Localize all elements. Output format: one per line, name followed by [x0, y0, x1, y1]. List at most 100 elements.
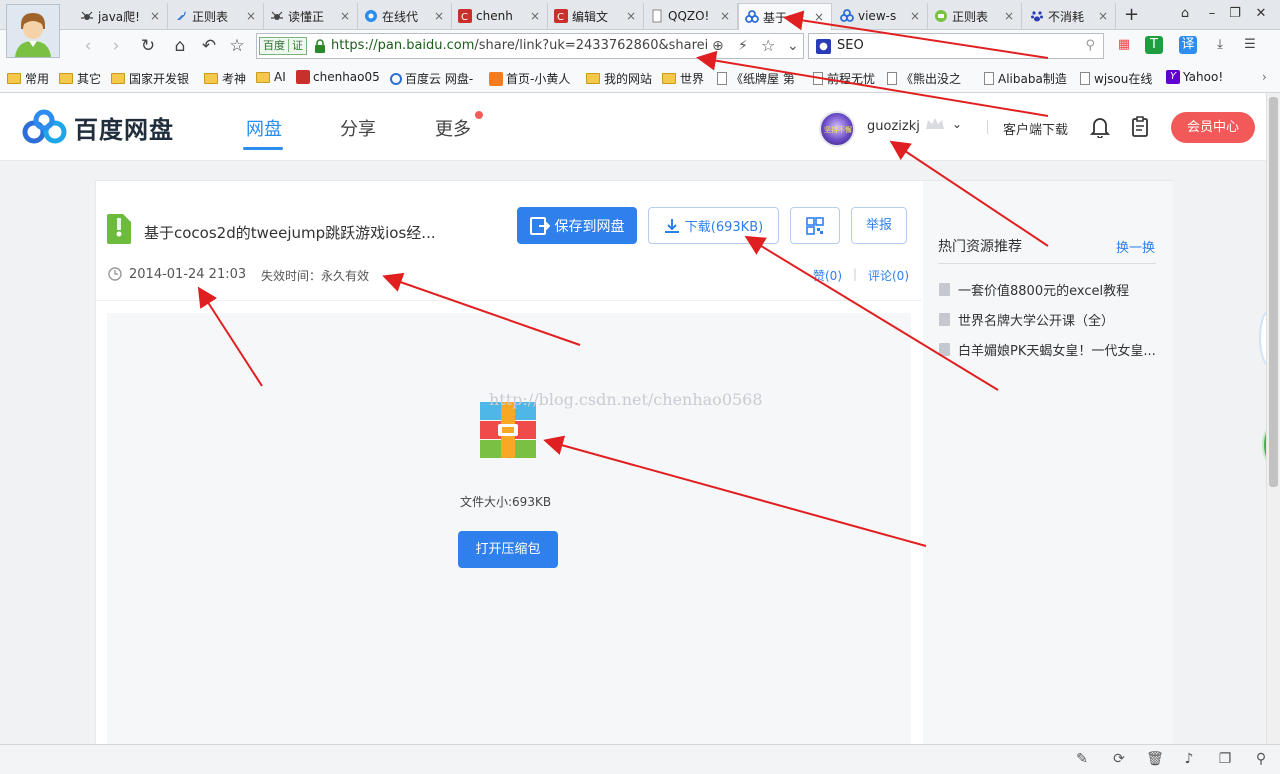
- close-icon[interactable]: ×: [529, 9, 541, 23]
- like-link[interactable]: 赞(0): [813, 267, 842, 284]
- comment-link[interactable]: 评论(0): [868, 267, 909, 284]
- lightning-icon[interactable]: ⚡: [738, 38, 748, 54]
- search-input[interactable]: SEO: [837, 38, 864, 53]
- chevron-down-icon[interactable]: ⌄: [952, 117, 962, 131]
- scrollbar[interactable]: [1266, 93, 1280, 744]
- download-button[interactable]: 下载(693KB): [648, 207, 779, 244]
- pin-icon[interactable]: ✎: [1073, 751, 1091, 767]
- close-icon[interactable]: ×: [719, 9, 731, 23]
- bookmark-link[interactable]: 《纸牌屋 第: [717, 70, 795, 87]
- tab-java[interactable]: java爬! ×: [74, 3, 168, 29]
- zoom-icon[interactable]: ⚲: [1252, 751, 1270, 767]
- bookmark-folder[interactable]: AI: [256, 70, 286, 84]
- minimize-icon[interactable]: –: [1203, 6, 1221, 21]
- clipboard-icon[interactable]: [1130, 116, 1150, 138]
- bookmark-folder[interactable]: 我的网站: [586, 70, 652, 87]
- reload-icon[interactable]: ↻: [138, 36, 158, 56]
- translate-icon[interactable]: 译: [1179, 36, 1197, 54]
- bookmark-link[interactable]: chenhao05: [296, 70, 380, 84]
- trash-icon[interactable]: 🗑: [1146, 751, 1164, 767]
- resource-item[interactable]: 一套价值8800元的excel教程: [939, 280, 1129, 299]
- tab-view-source[interactable]: view-s ×: [834, 3, 928, 29]
- bookmark-link[interactable]: Y Yahoo!: [1166, 70, 1223, 84]
- search-icon[interactable]: ⚲: [1085, 38, 1095, 53]
- search-box[interactable]: ● SEO ⚲: [808, 33, 1104, 59]
- zoom-icon[interactable]: ⊕: [712, 38, 724, 54]
- tab-edit[interactable]: C 编辑文 ×: [548, 3, 644, 29]
- close-icon[interactable]: ×: [625, 9, 637, 23]
- bookmark-link[interactable]: Alibaba制造: [984, 70, 1067, 87]
- refresh-link[interactable]: 换一换: [1116, 237, 1155, 256]
- baidu-cert-badge[interactable]: 百度证: [259, 37, 307, 55]
- bookmark-folder[interactable]: 常用: [7, 70, 49, 87]
- user-avatar[interactable]: 坚持不懈: [819, 111, 855, 147]
- tab-regex[interactable]: 正则表 ×: [168, 3, 264, 29]
- back-icon[interactable]: ‹: [78, 36, 98, 56]
- nav-netdisk[interactable]: 网盘: [246, 115, 282, 141]
- tab-no-consume[interactable]: 不消耗 ×: [1024, 3, 1116, 29]
- bookmark-folder[interactable]: 其它: [59, 70, 101, 87]
- client-download-link[interactable]: 客户端下载: [1003, 119, 1068, 138]
- restore-icon[interactable]: ❐: [1226, 6, 1244, 21]
- window-icon[interactable]: ❐: [1216, 751, 1234, 767]
- url-text[interactable]: https://pan.baidu.com/share/link?uk=2433…: [331, 38, 707, 53]
- bookmark-folder[interactable]: 考神: [204, 70, 246, 87]
- vip-center-button[interactable]: 会员中心: [1171, 112, 1255, 143]
- bookmark-link[interactable]: 百度云 网盘-: [390, 70, 473, 87]
- close-window-icon[interactable]: ✕: [1252, 6, 1270, 21]
- tab-read-regex[interactable]: 读懂正 ×: [264, 3, 358, 29]
- close-icon[interactable]: ×: [1097, 9, 1109, 23]
- undo-icon[interactable]: ↶: [199, 36, 219, 56]
- forward-icon[interactable]: ›: [106, 36, 126, 56]
- menu-icon[interactable]: ☰: [1241, 36, 1259, 54]
- bookmark-link[interactable]: 《熊出没之: [887, 70, 961, 87]
- close-icon[interactable]: ×: [909, 9, 921, 23]
- apps-grid-icon[interactable]: ▦: [1115, 36, 1133, 54]
- close-icon[interactable]: ×: [813, 10, 825, 24]
- close-icon[interactable]: ×: [149, 9, 161, 23]
- bookmark-folder[interactable]: 世界: [662, 70, 704, 87]
- address-bar[interactable]: 百度证 https://pan.baidu.com/share/link?uk=…: [256, 33, 804, 59]
- tab-regex-2[interactable]: 正则表 ×: [928, 3, 1022, 29]
- bookmark-link[interactable]: 首页-小黄人: [489, 70, 570, 87]
- save-to-netdisk-button[interactable]: 保存到网盘: [517, 207, 637, 244]
- speaker-icon[interactable]: ♪: [1180, 751, 1198, 767]
- close-icon[interactable]: ×: [245, 9, 257, 23]
- tab-active-baidupan[interactable]: 基于c ×: [738, 3, 832, 30]
- more-bookmarks-icon[interactable]: ›: [1262, 70, 1267, 84]
- floating-mascot[interactable]: [1259, 308, 1266, 368]
- brand-logo[interactable]: 百度网盘: [22, 109, 174, 145]
- chevron-down-icon[interactable]: ⌄: [787, 38, 799, 54]
- close-icon[interactable]: ×: [433, 9, 445, 23]
- shirt-skin-icon[interactable]: ⌂: [1176, 6, 1194, 21]
- bookmark-link[interactable]: 前程无忧: [813, 70, 875, 87]
- bell-icon[interactable]: [1090, 116, 1110, 138]
- tab-chenhao[interactable]: C chenh ×: [452, 3, 548, 29]
- shield-icon[interactable]: T: [1145, 36, 1163, 54]
- open-archive-button[interactable]: 打开压缩包: [458, 531, 558, 568]
- resource-item[interactable]: 白羊媚娘PK天蝎女皇！一代女皇...: [939, 340, 1156, 359]
- nav-more[interactable]: 更多: [435, 115, 471, 141]
- home-icon[interactable]: ⌂: [170, 36, 190, 56]
- username[interactable]: guozizkj: [867, 119, 920, 134]
- nav-share[interactable]: 分享: [340, 115, 376, 141]
- close-icon[interactable]: ×: [1003, 9, 1015, 23]
- close-icon[interactable]: ×: [339, 9, 351, 23]
- favorite-star-icon[interactable]: ☆: [227, 36, 247, 56]
- resource-item[interactable]: 世界名牌大学公开课（全）: [939, 310, 1114, 329]
- bookmark-folder[interactable]: 国家开发银: [111, 70, 189, 87]
- bookmark-link[interactable]: wjsou在线: [1080, 70, 1152, 87]
- vip-crown-icon: [926, 118, 944, 129]
- tab-online[interactable]: 在线代 ×: [358, 3, 452, 29]
- report-button[interactable]: 举报: [851, 207, 907, 244]
- bookmark-label: 百度云 网盘-: [405, 72, 474, 86]
- new-tab-button[interactable]: +: [1124, 4, 1139, 25]
- folder-icon: [204, 73, 218, 84]
- scrollbar-thumb[interactable]: [1269, 97, 1278, 487]
- tab-qqzone[interactable]: QQZO! ×: [644, 3, 738, 29]
- bookmark-star-icon[interactable]: ☆: [761, 36, 775, 55]
- qr-code-button[interactable]: [790, 207, 840, 244]
- profile-avatar[interactable]: [6, 4, 60, 58]
- download-icon[interactable]: ⤓: [1211, 36, 1229, 54]
- refresh-icon[interactable]: ⟳: [1110, 751, 1128, 767]
